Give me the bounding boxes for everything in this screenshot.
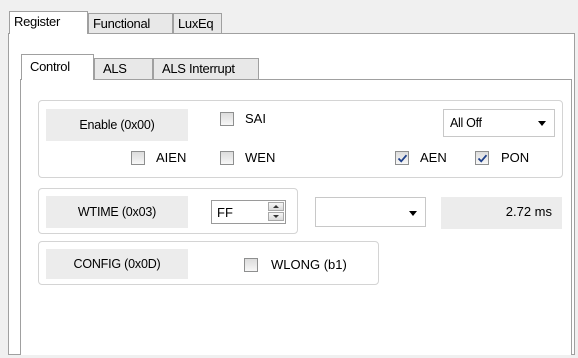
chevron-down-icon [409,211,417,216]
tab-register[interactable]: Register [9,11,88,34]
tab-als-interrupt[interactable]: ALS Interrupt [153,58,259,79]
aien-checkbox[interactable] [131,151,145,165]
enable-mode-select[interactable]: All Off [443,109,555,137]
tab-als-label: ALS [103,61,127,76]
wlong-checkbox[interactable] [244,258,258,272]
sai-checkbox[interactable] [220,112,234,126]
sai-label: SAI [245,111,266,126]
spin-down-button[interactable] [268,212,284,221]
chevron-down-icon [538,121,546,126]
config-register-label: CONFIG (0x0D) [46,249,188,279]
tab-functional-label: Functional [93,16,150,31]
tab-register-label: Register [14,14,61,29]
tab-luxeq-label: LuxEq [178,16,214,31]
pon-checkbox[interactable] [475,151,489,165]
tab-control[interactable]: Control [21,54,94,80]
tab-control-label: Control [30,59,70,74]
arrow-down-icon [273,215,279,218]
spin-up-button[interactable] [268,202,284,211]
wlong-label: WLONG (b1) [271,257,347,272]
wtime-readout: 2.72 ms [441,197,562,229]
tab-functional[interactable]: Functional [88,13,173,33]
tab-als-interrupt-label: ALS Interrupt [162,61,235,76]
wtime-spin-value: FF [217,205,233,220]
tab-luxeq[interactable]: LuxEq [173,13,222,33]
aien-label: AIEN [156,150,187,165]
wtime-spin-field[interactable]: FF [211,200,286,224]
wen-checkbox[interactable] [220,151,234,165]
aen-label: AEN [420,150,447,165]
check-icon [397,154,408,163]
pon-label: PON [501,150,530,165]
wen-label: WEN [245,150,276,165]
wtime-register-label: WTIME (0x03) [46,196,188,228]
tab-als[interactable]: ALS [94,58,153,79]
enable-mode-value: All Off [450,116,482,130]
wtime-select[interactable] [315,197,426,227]
aen-checkbox[interactable] [395,151,409,165]
arrow-up-icon [273,205,279,208]
check-icon [477,154,488,163]
enable-register-label: Enable (0x00) [46,109,188,141]
